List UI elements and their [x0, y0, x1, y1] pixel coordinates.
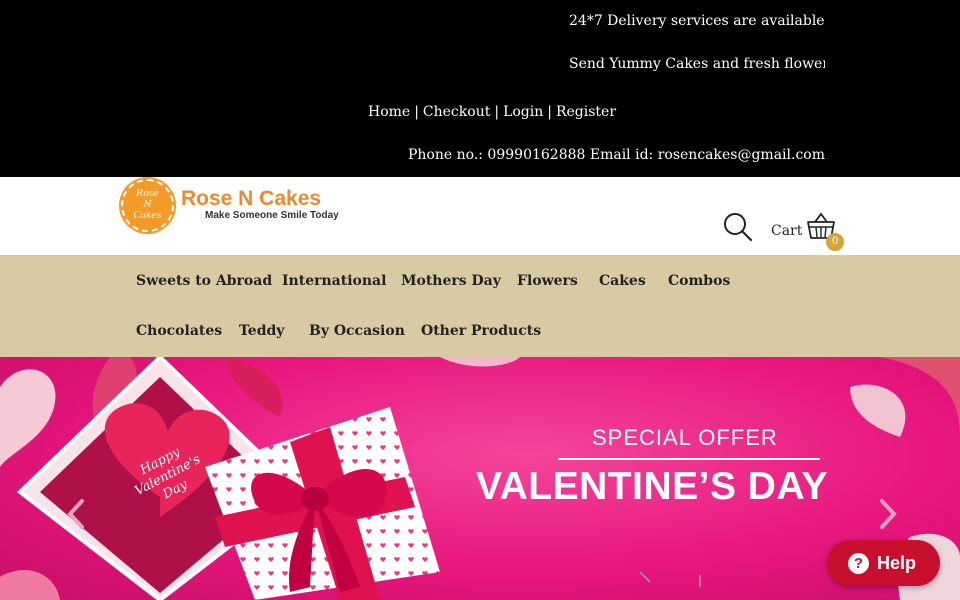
logo-badge: Rose N Cakes — [121, 179, 174, 232]
announcement-marquee-send: Send Yummy Cakes and fresh flowers o — [569, 56, 825, 72]
cart-count-badge: 0 — [826, 233, 844, 251]
hero-offer-text: SPECIAL OFFER — [592, 425, 778, 450]
nav-item-combos[interactable]: Combos — [668, 272, 730, 290]
main-navigation: Sweets to Abroad International Mothers D… — [0, 255, 960, 357]
chevron-left-icon[interactable] — [62, 497, 92, 531]
nav-item-mothers-day[interactable]: Mothers Day — [401, 272, 501, 290]
announcement-marquee-delivery: 24*7 Delivery services are available.Sam — [569, 13, 825, 29]
nav-item-flowers[interactable]: Flowers — [517, 272, 578, 290]
logo-badge-text-mid: N — [143, 200, 152, 210]
nav-item-by-occasion[interactable]: By Occasion — [309, 322, 405, 340]
link-separator: | — [414, 104, 419, 120]
home-link[interactable]: Home — [368, 104, 410, 120]
logo-badge-text-top: Rose — [136, 189, 159, 199]
hero-divider — [558, 458, 820, 460]
nav-item-teddy[interactable]: Teddy — [239, 322, 284, 340]
nav-item-international[interactable]: International — [282, 272, 386, 290]
help-label: Help — [877, 553, 917, 573]
link-separator: | — [547, 104, 552, 120]
nav-item-cakes[interactable]: Cakes — [599, 272, 646, 290]
hero-title: VALENTINE’S DAY — [476, 465, 829, 508]
checkout-link[interactable]: Checkout — [423, 104, 490, 120]
cart-label[interactable]: Cart — [771, 222, 802, 240]
site-logo[interactable]: Rose N Cakes Rose N Cakes Make Someone S… — [121, 179, 339, 233]
chevron-right-icon[interactable] — [872, 497, 902, 531]
link-separator: | — [494, 104, 500, 120]
logo-badge-text-bottom: Cakes — [133, 211, 162, 221]
search-icon[interactable] — [723, 212, 753, 242]
nav-item-other-products[interactable]: Other Products — [421, 322, 541, 340]
register-link[interactable]: Register — [556, 104, 616, 120]
login-link[interactable]: Login — [503, 104, 543, 120]
top-links: Home | Checkout | Login | Register — [368, 103, 616, 121]
nav-item-chocolates[interactable]: Chocolates — [136, 322, 222, 340]
hero-banner-slider[interactable]: Happy Valentine's Day SPECIAL OFFER VALE… — [0, 357, 960, 600]
site-header: Rose N Cakes Rose N Cakes Make Someone S… — [0, 177, 960, 255]
question-circle-icon: ? — [848, 553, 869, 574]
nav-item-sweets-to-abroad[interactable]: Sweets to Abroad — [136, 272, 272, 290]
logo-tagline: Make Someone Smile Today — [205, 210, 339, 221]
top-bar: 24*7 Delivery services are available.Sam… — [0, 0, 960, 177]
logo-name: Rose N Cakes — [181, 187, 322, 210]
help-button[interactable]: ? Help — [827, 540, 940, 586]
contact-info: Phone no.: 09990162888 Email id: rosenca… — [408, 147, 825, 163]
